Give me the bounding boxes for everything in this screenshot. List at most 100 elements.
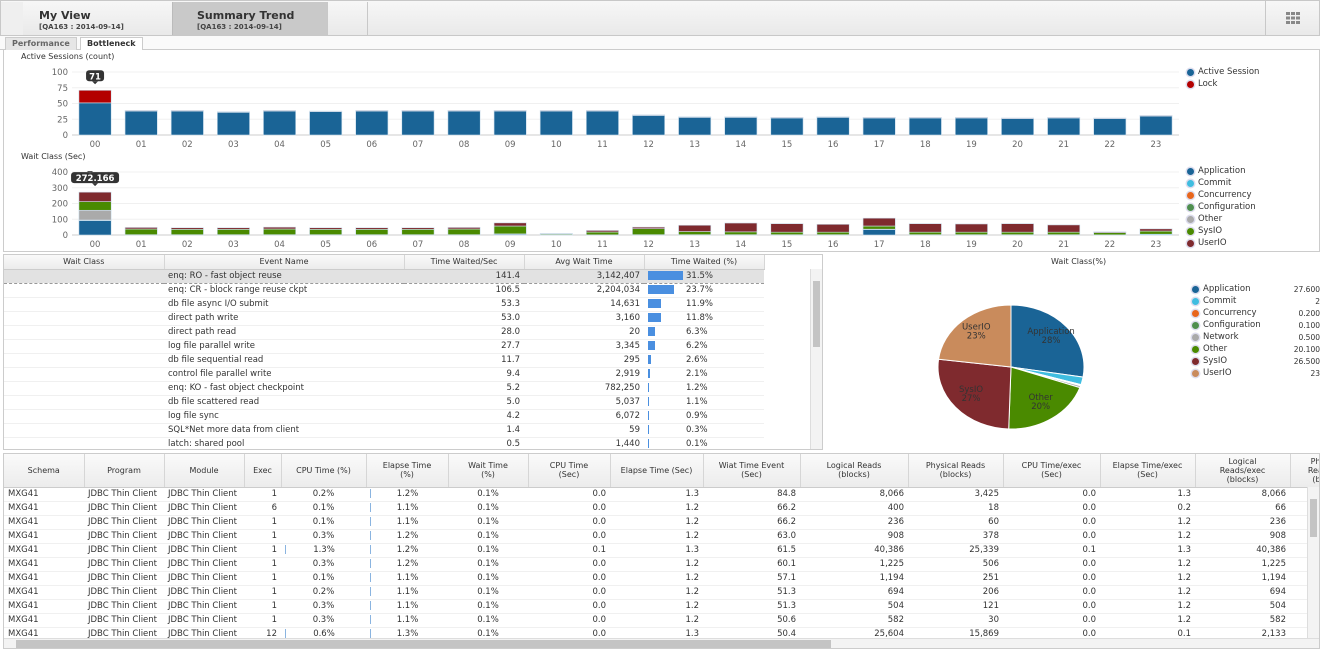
column-header[interactable]: Logical Reads (blocks) bbox=[800, 454, 909, 488]
table-row[interactable]: enq: CR - block range reuse ckpt 106.5 2,2… bbox=[4, 283, 764, 298]
column-header[interactable]: CPU Time (Sec) bbox=[528, 454, 611, 488]
column-header[interactable]: Schema bbox=[4, 454, 85, 488]
legend-item[interactable]: Application 27.600 bbox=[1192, 283, 1320, 295]
sql-cell: JDBC Thin Client bbox=[164, 501, 244, 516]
column-header[interactable]: Elapse Time/exec (Sec) bbox=[1100, 454, 1196, 488]
table-row[interactable]: log file parallel write 27.7 3,345 6.2% bbox=[4, 339, 764, 354]
table-row[interactable]: direct path read 28.0 20 6.3% bbox=[4, 325, 764, 340]
cell-value: 251 bbox=[982, 573, 999, 583]
table-row[interactable]: MXG41 JDBC Thin Client JDBC Thin Client 1 0.… bbox=[4, 599, 1319, 614]
table-row[interactable]: db file async I/O submit 53.3 14,631 11.9% bbox=[4, 297, 764, 312]
legend-item[interactable]: Application bbox=[1187, 165, 1256, 177]
table-row[interactable]: db file sequential read 11.7 295 2.6% bbox=[4, 353, 764, 368]
table-row[interactable]: control file parallel write 9.4 2,919 2.1% bbox=[4, 367, 764, 382]
column-header[interactable]: Phys Reads (blo bbox=[1290, 454, 1319, 488]
sql-cell: 1.2 bbox=[1100, 571, 1195, 586]
table-row[interactable]: log file sync 4.2 6,072 0.9% bbox=[4, 409, 764, 424]
legend-dot-icon bbox=[1187, 227, 1194, 235]
column-header[interactable]: Elapse Time (Sec) bbox=[610, 454, 704, 488]
table-row[interactable]: MXG41 JDBC Thin Client JDBC Thin Client 6 0.… bbox=[4, 501, 1319, 516]
tab-title: My View bbox=[39, 9, 91, 22]
table-row[interactable]: MXG41 JDBC Thin Client JDBC Thin Client 1 0.… bbox=[4, 571, 1319, 586]
column-header[interactable]: Elapse Time (%) bbox=[366, 454, 449, 488]
pct-text: 6.2% bbox=[686, 341, 708, 351]
legend-item[interactable]: Active Session bbox=[1187, 66, 1259, 78]
grid-menu-button[interactable] bbox=[1265, 1, 1319, 35]
table-row[interactable]: MXG41 JDBC Thin Client JDBC Thin Client 1 1.… bbox=[4, 543, 1319, 558]
table-row[interactable]: db file scattered read 5.0 5,037 1.1% bbox=[4, 395, 764, 410]
tab-empty[interactable] bbox=[328, 2, 368, 35]
column-header[interactable]: Physical Reads (blocks) bbox=[908, 454, 1004, 488]
column-header[interactable]: Exec bbox=[244, 454, 282, 488]
column-header[interactable]: Avg Wait Time bbox=[524, 255, 645, 270]
sql-cell: 0.2% bbox=[281, 585, 366, 600]
legend-item[interactable]: Commit 2 bbox=[1192, 295, 1320, 307]
column-header[interactable]: Wait Class bbox=[4, 255, 165, 270]
legend-item[interactable]: Concurrency 0.200 bbox=[1192, 307, 1320, 319]
scrollbar-thumb[interactable] bbox=[16, 640, 831, 648]
avg-wait-time-cell: 5,037 bbox=[524, 395, 644, 410]
column-header[interactable]: Module bbox=[164, 454, 245, 488]
table-row[interactable]: MXG41 JDBC Thin Client JDBC Thin Client 1 0.… bbox=[4, 557, 1319, 572]
column-header[interactable]: CPU Time/exec (Sec) bbox=[1003, 454, 1101, 488]
legend-dot-icon bbox=[1187, 80, 1194, 88]
tab-summary-trend[interactable]: Summary Trend [QA163 : 2014-09-14] bbox=[172, 2, 328, 35]
table-row[interactable]: enq: RO - fast object reuse 141.4 3,142,40… bbox=[4, 268, 764, 284]
table-row[interactable]: MXG41 JDBC Thin Client JDBC Thin Client 1 0.… bbox=[4, 529, 1319, 544]
sql-cell: 40,386 bbox=[1195, 543, 1290, 558]
scrollbar-thumb[interactable] bbox=[813, 281, 820, 347]
legend-item[interactable]: Other bbox=[1187, 213, 1256, 225]
table-row[interactable]: MXG41 JDBC Thin Client JDBC Thin Client 1 0.… bbox=[4, 585, 1319, 600]
column-header[interactable]: Program bbox=[84, 454, 165, 488]
column-header[interactable]: Event Name bbox=[164, 255, 405, 270]
table-row[interactable]: latch: shared pool 0.5 1,440 0.1% bbox=[4, 437, 764, 449]
column-header[interactable]: Wiat Time Event (Sec) bbox=[703, 454, 801, 488]
table-row[interactable]: enq: KO - fast object checkpoint 5.2 782,2… bbox=[4, 381, 764, 396]
sql-cell: JDBC Thin Client bbox=[84, 501, 164, 516]
scrollbar-thumb[interactable] bbox=[1310, 499, 1317, 537]
legend-item[interactable]: SysIO 26.500 bbox=[1192, 355, 1320, 367]
legend-item[interactable]: UserIO 23 bbox=[1192, 367, 1320, 379]
legend-item[interactable]: Commit bbox=[1187, 177, 1256, 189]
legend-item[interactable]: Lock bbox=[1187, 78, 1259, 90]
tab-subtitle: [QA163 : 2014-09-14] bbox=[39, 23, 124, 31]
cell-value: 1.2 bbox=[685, 559, 699, 569]
wait-events-scrollbar[interactable] bbox=[810, 269, 822, 449]
table-row[interactable]: MXG41 JDBC Thin Client JDBC Thin Client 1 0.… bbox=[4, 487, 1319, 502]
legend-item[interactable]: Concurrency bbox=[1187, 189, 1256, 201]
column-header[interactable]: Time Waited/Sec bbox=[404, 255, 525, 270]
legend-item[interactable]: Other 20.100 bbox=[1192, 343, 1320, 355]
tab-bottleneck[interactable]: Bottleneck bbox=[80, 37, 143, 50]
wait-class-cell bbox=[4, 311, 164, 326]
legend-item[interactable]: Network 0.500 bbox=[1192, 331, 1320, 343]
tab-my-view[interactable]: My View [QA163 : 2014-09-14] bbox=[1, 2, 173, 35]
legend-item[interactable]: SysIO bbox=[1187, 225, 1256, 237]
pct-bar bbox=[648, 355, 651, 364]
legend-item[interactable]: UserIO bbox=[1187, 237, 1256, 249]
legend-item[interactable]: Configuration bbox=[1187, 201, 1256, 213]
column-header[interactable]: Time Waited (%) bbox=[644, 255, 765, 270]
tab-performance[interactable]: Performance bbox=[5, 37, 77, 50]
table-row[interactable]: SQL*Net more data from client 1.4 59 0.3% bbox=[4, 423, 764, 438]
cell-value: JDBC Thin Client bbox=[168, 517, 238, 527]
table-row[interactable]: direct path write 53.0 3,160 11.8% bbox=[4, 311, 764, 326]
sql-cell: JDBC Thin Client bbox=[164, 599, 244, 614]
sql-cell: 0.0 bbox=[528, 529, 610, 544]
column-header[interactable]: Logical Reads/exec (blocks) bbox=[1195, 454, 1291, 488]
wait-class-cell bbox=[4, 395, 164, 410]
table-row[interactable]: MXG41 JDBC Thin Client JDBC Thin Client 1 0.… bbox=[4, 515, 1319, 530]
sql-vertical-scrollbar[interactable] bbox=[1307, 487, 1319, 639]
cell-value: 1.2% bbox=[396, 545, 419, 555]
cell-value: MXG41 bbox=[8, 559, 39, 569]
sql-horizontal-scrollbar[interactable] bbox=[4, 638, 1319, 648]
bar-segment-lock bbox=[954, 117, 988, 119]
cell-value: 1.1% bbox=[396, 517, 419, 527]
pct-bar bbox=[370, 517, 371, 526]
table-row[interactable]: MXG41 JDBC Thin Client JDBC Thin Client 1 0.… bbox=[4, 613, 1319, 628]
legend-item[interactable]: Configuration 0.100 bbox=[1192, 319, 1320, 331]
x-tick-label: 18 bbox=[920, 140, 931, 150]
pct-text: 0.9% bbox=[686, 411, 708, 421]
bar-segment-active-session bbox=[908, 117, 942, 136]
column-header[interactable]: CPU Time (%) bbox=[281, 454, 367, 488]
column-header[interactable]: Wait Time (%) bbox=[448, 454, 529, 488]
